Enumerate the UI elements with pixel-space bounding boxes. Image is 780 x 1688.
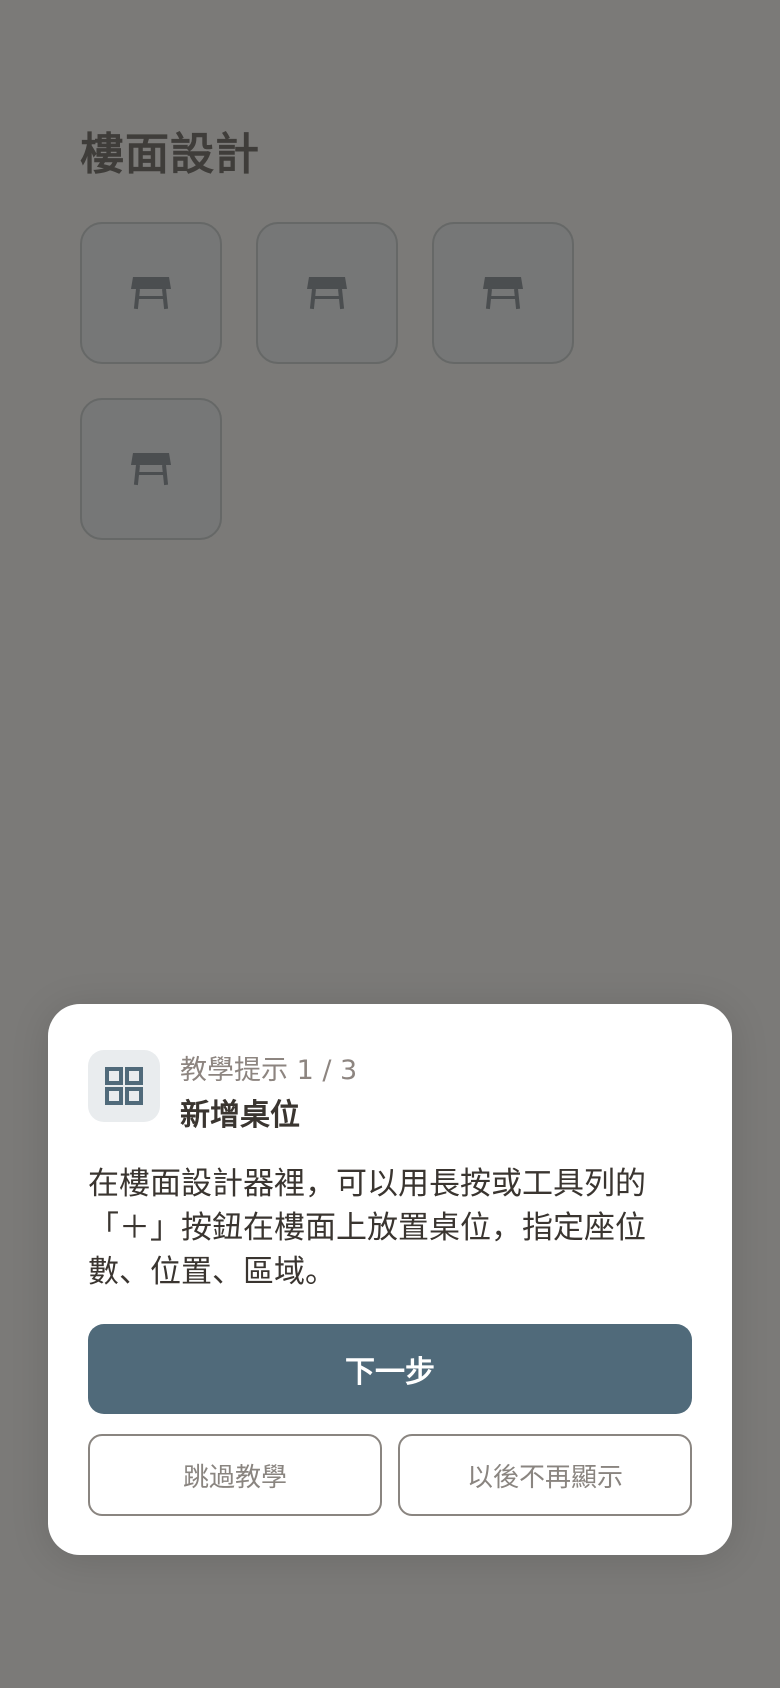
screen: 樓面設計 教學提示 1 / 3 新增桌位 在樓面設計器裡，可以用長按或工具列的「… (0, 0, 780, 1688)
tutorial-title: 新增桌位 (180, 1098, 300, 1133)
table-icon (307, 277, 347, 310)
table-icon (131, 277, 171, 310)
tutorial-body: 在樓面設計器裡，可以用長按或工具列的「＋」按鈕在樓面上放置桌位，指定座位數、位置… (88, 1166, 646, 1290)
tutorial-sheet: 教學提示 1 / 3 新增桌位 在樓面設計器裡，可以用長按或工具列的「＋」按鈕在… (48, 1004, 732, 1555)
table-tile[interactable] (432, 222, 574, 364)
table-tile[interactable] (80, 398, 222, 540)
table-tile[interactable] (80, 222, 222, 364)
table-icon (131, 453, 171, 486)
tutorial-icon-box (88, 1050, 160, 1122)
table-icon (483, 277, 523, 310)
table-tile[interactable] (256, 222, 398, 364)
page-title: 樓面設計 (80, 129, 260, 180)
skip-tutorial-button[interactable]: 跳過教學 (88, 1434, 382, 1516)
tutorial-step-label: 教學提示 1 / 3 (180, 1055, 358, 1086)
next-button[interactable]: 下一步 (88, 1324, 692, 1414)
grid-icon (105, 1067, 143, 1105)
dont-show-again-button[interactable]: 以後不再顯示 (398, 1434, 692, 1516)
